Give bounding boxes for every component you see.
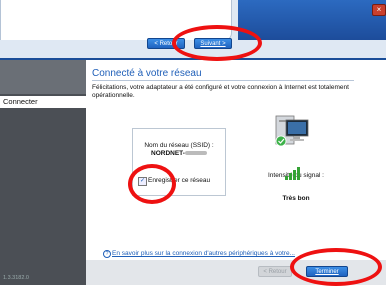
back-button-disabled: < Retour [258,266,292,277]
sidebar-item-connect[interactable]: Connecter [0,96,90,108]
signal-bar [289,173,292,180]
title-divider [92,80,354,81]
help-link[interactable]: En savoir plus sur la connexion d'autres… [112,250,295,257]
highlight-circle-save [128,164,176,204]
ssid-label: Nom du réseau (SSID) : [144,142,214,149]
page-title: Connecté à votre réseau [92,68,202,79]
computer-icon [275,115,309,147]
highlight-circle-finish [290,248,382,286]
sidebar-header [0,60,86,94]
ssid-value: NORDNET- [133,150,225,157]
sidebar: Connecter 1.3.3182.0 [0,60,90,285]
signal-bar [297,167,300,180]
highlight-circle-next [172,25,262,61]
close-icon[interactable]: × [372,4,386,16]
page-description: Félicitations, votre adaptateur a été co… [92,84,349,99]
ssid-redacted [184,151,207,156]
ssid-text: NORDNET- [151,150,185,157]
help-icon: ? [103,250,111,258]
signal-bar [293,170,296,180]
signal-bar [285,176,288,180]
signal-value: Très bon [282,195,310,202]
version-label: 1.3.3182.0 [3,275,29,281]
signal-label: Intensité du signal : [267,172,324,179]
